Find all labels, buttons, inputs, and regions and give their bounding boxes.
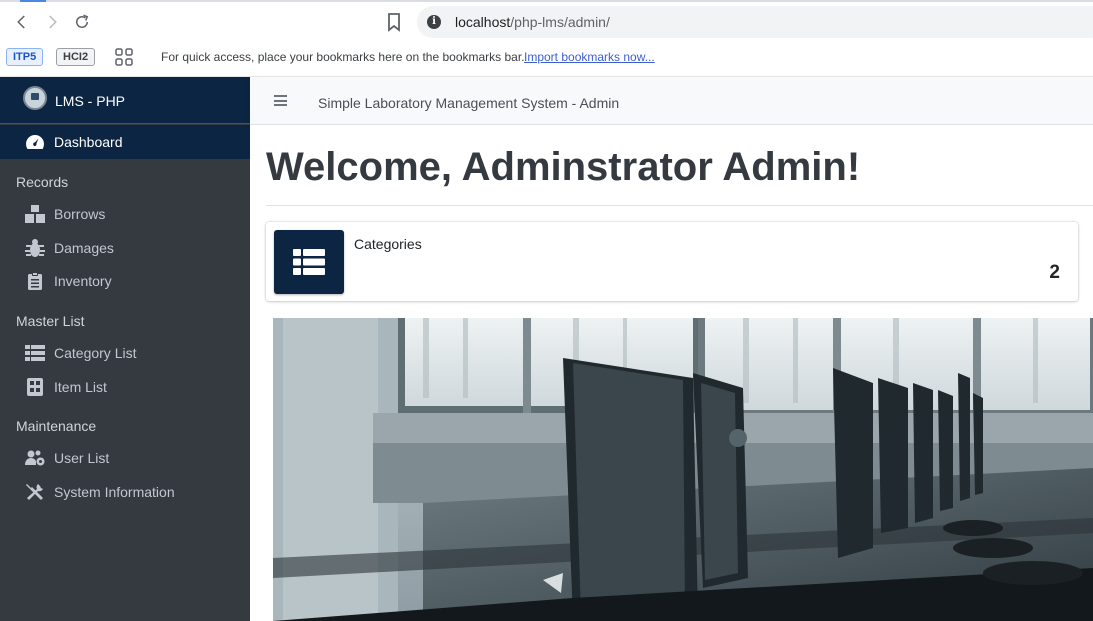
page-title: Welcome, Adminstrator Admin! <box>266 145 861 189</box>
sidebar-item-category-list[interactable]: Category List <box>24 341 136 365</box>
loading-bar <box>0 0 1093 2</box>
reload-icon[interactable] <box>70 10 94 34</box>
apps-grid-icon[interactable] <box>115 48 133 66</box>
info-box-categories[interactable]: Categories 2 <box>266 222 1078 301</box>
sidebar-header-records: Records <box>16 174 69 190</box>
brand-link[interactable]: LMS - PHP <box>0 77 250 124</box>
browser-toolbar: i localhost/php-lms/admin/ <box>0 0 1093 44</box>
bookmarks-message: For quick access, place your bookmarks h… <box>161 50 525 64</box>
info-box-number: 2 <box>1049 262 1060 283</box>
info-box-label: Categories <box>354 236 422 252</box>
sidebar-item-label: User List <box>54 450 110 466</box>
users-cog-icon <box>24 448 46 468</box>
boxes-icon <box>24 204 46 224</box>
back-icon[interactable] <box>10 10 34 34</box>
bookmark-itp5[interactable]: ITP5 <box>6 48 44 66</box>
sidebar-item-damages[interactable]: Damages <box>24 236 114 260</box>
sidebar-item-label: Category List <box>54 345 137 361</box>
sidebar-item-label: System Information <box>54 484 175 500</box>
sidebar-item-label: Damages <box>54 240 114 256</box>
sidebar: LMS - PHP Dashboard Records Borrows Dama… <box>0 77 250 621</box>
sidebar-item-inventory[interactable]: Inventory <box>24 269 112 293</box>
clipboard-list-icon <box>24 271 46 291</box>
divider <box>266 205 1093 206</box>
sidebar-item-user-list[interactable]: User List <box>24 446 109 470</box>
bug-icon <box>24 238 46 258</box>
sidebar-item-label: Dashboard <box>54 134 123 150</box>
brand-logo-icon <box>23 86 47 110</box>
site-info-icon[interactable]: i <box>427 15 441 29</box>
bookmark-icon[interactable] <box>384 12 404 32</box>
th-list-icon <box>24 343 46 363</box>
sidebar-item-label: Borrows <box>54 206 106 222</box>
sidebar-item-label: Inventory <box>54 273 112 289</box>
url-text[interactable]: localhost/php-lms/admin/ <box>455 14 610 30</box>
sidebar-item-borrows[interactable]: Borrows <box>24 202 105 226</box>
sidebar-item-label: Item List <box>54 379 107 395</box>
sidebar-item-system-information[interactable]: System Information <box>24 480 175 504</box>
tachometer-icon <box>24 132 46 152</box>
url-path: /php-lms/admin/ <box>510 14 610 30</box>
system-title: Simple Laboratory Management System - Ad… <box>318 95 620 111</box>
sidebar-header-maintenance: Maintenance <box>16 418 97 434</box>
top-navbar: Simple Laboratory Management System - Ad… <box>250 77 1093 125</box>
bookmarks-bar: ITP5 HCI2 For quick access, place your b… <box>0 44 1093 77</box>
th-list-icon <box>274 230 344 294</box>
main-content: Welcome, Adminstrator Admin! Categories … <box>250 125 1093 621</box>
sidebar-item-item-list[interactable]: Item List <box>24 375 107 399</box>
import-bookmarks-link[interactable]: Import bookmarks now... <box>524 50 655 64</box>
computer-lab-photo <box>273 318 1093 621</box>
tools-icon <box>24 482 46 502</box>
sidebar-header-master-list: Master List <box>16 313 85 329</box>
address-bar[interactable]: i localhost/php-lms/admin/ <box>417 6 1093 38</box>
sidebar-item-dashboard-inner[interactable]: Dashboard <box>24 130 123 154</box>
url-host: localhost <box>455 14 511 30</box>
brand-text: LMS - PHP <box>55 93 126 109</box>
forward-icon[interactable] <box>40 10 64 34</box>
th-large-icon <box>24 377 46 397</box>
sidebar-item-dashboard[interactable]: Dashboard <box>0 125 250 159</box>
menu-toggle-icon[interactable] <box>274 95 287 106</box>
bookmark-hci2[interactable]: HCI2 <box>56 48 96 66</box>
